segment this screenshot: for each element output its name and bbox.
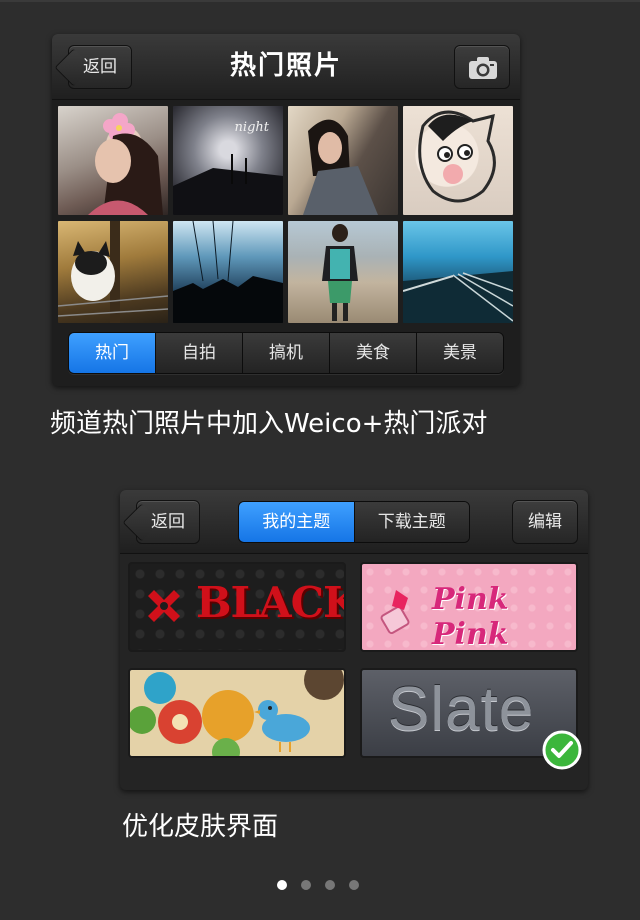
tab-scenery[interactable]: 美景: [417, 333, 503, 373]
page-dot-active[interactable]: [277, 880, 287, 890]
camera-button[interactable]: [454, 45, 510, 89]
photo-thumbnail[interactable]: [58, 221, 168, 323]
photo-caption-text: night: [234, 120, 269, 135]
x-mark-icon: [148, 590, 180, 622]
navigation-bar: 返回 热门照片: [52, 34, 520, 100]
theme-name: BLACK: [196, 578, 346, 627]
feature-caption-hot-photos: 频道热门照片中加入Weico+热门派对: [50, 409, 488, 439]
photo-category-tabs: 热门 自拍 搞机 美食 美景: [68, 332, 504, 374]
photo-thumbnail[interactable]: [173, 221, 283, 323]
navigation-bar: 返回 我的主题 下载主题 编辑: [120, 490, 588, 554]
feature-caption-themes: 优化皮肤界面: [122, 812, 279, 842]
checkmark-icon: [542, 730, 582, 770]
page-dot[interactable]: [301, 880, 311, 890]
theme-tile-weico[interactable]: [128, 668, 346, 758]
page-dot[interactable]: [325, 880, 335, 890]
photo-thumbnail[interactable]: night: [173, 106, 283, 215]
edit-button[interactable]: 编辑: [512, 500, 578, 544]
theme-tile-pink[interactable]: Pink Pink: [360, 562, 578, 652]
tab-selfie[interactable]: 自拍: [156, 333, 243, 373]
theme-name: Slate: [388, 675, 535, 744]
theme-tile-black[interactable]: BLACK: [128, 562, 346, 652]
weico-illustration: [130, 670, 344, 756]
photo-thumbnail[interactable]: [403, 221, 513, 323]
camera-icon: [469, 57, 497, 79]
tab-food[interactable]: 美食: [330, 333, 417, 373]
tab-gadgets[interactable]: 搞机: [243, 333, 330, 373]
theme-name: Pink Pink: [432, 582, 509, 652]
tab-hot[interactable]: 热门: [69, 333, 156, 373]
tab-download-themes[interactable]: 下载主题: [354, 502, 469, 542]
photo-grid: night: [58, 106, 514, 326]
theme-tabs: 我的主题 下载主题: [238, 501, 470, 543]
photo-thumbnail[interactable]: [288, 106, 398, 215]
page-title: 热门照片: [229, 51, 342, 81]
page-indicator: [277, 880, 359, 890]
photo-thumbnail[interactable]: [288, 221, 398, 323]
lipstick-icon: [380, 590, 410, 634]
photo-thumbnail[interactable]: [58, 106, 168, 215]
page-dot[interactable]: [349, 880, 359, 890]
tab-my-themes[interactable]: 我的主题: [239, 502, 355, 542]
hot-photos-preview: 返回 热门照片 night 热门 自拍 搞机 美食 美景: [52, 34, 520, 386]
photo-thumbnail[interactable]: [403, 106, 513, 215]
back-button-label: 返回: [83, 57, 117, 77]
back-button-label: 返回: [151, 512, 185, 532]
themes-preview: 返回 我的主题 下载主题 编辑 BLACK Pink Pink Slate: [120, 490, 588, 790]
top-divider: [0, 0, 640, 2]
back-button[interactable]: 返回: [136, 500, 200, 544]
